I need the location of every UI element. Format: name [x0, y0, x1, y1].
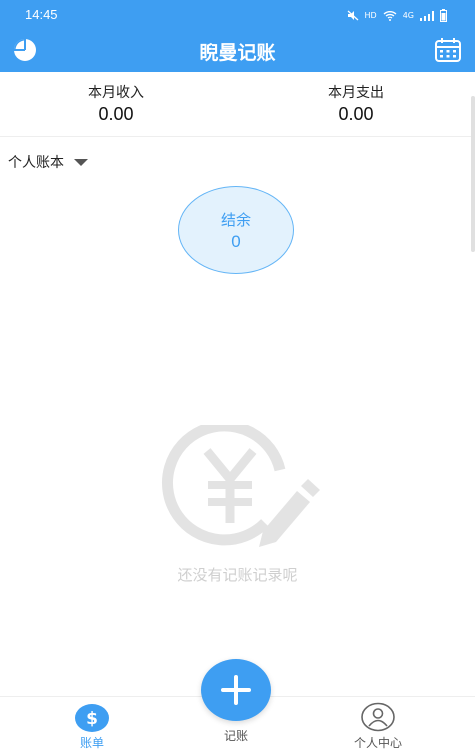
balance-label: 结余	[220, 211, 251, 229]
tab-bills-label: 账单	[79, 736, 104, 750]
monthly-summary: 本月收入 0.00 本月支出 0.00	[0, 72, 475, 137]
tab-record-label: 记账	[223, 729, 248, 743]
signal-icon	[420, 10, 434, 21]
svg-text:$: $	[86, 709, 98, 729]
account-book-label: 个人账本	[8, 155, 64, 171]
balance-value: 0	[231, 232, 241, 251]
plus-icon	[221, 675, 251, 705]
calendar-icon	[435, 38, 461, 62]
page-title: 睨曼记账	[199, 42, 276, 64]
expense-summary: 本月支出 0.00	[276, 82, 436, 125]
wifi-icon	[383, 11, 397, 21]
expense-label: 本月支出	[328, 85, 384, 101]
status-bar: 14:45 HD 4G	[0, 0, 475, 30]
income-label: 本月收入	[88, 85, 144, 101]
calendar-button[interactable]	[434, 37, 462, 63]
mute-icon	[347, 10, 358, 21]
expense-value: 0.00	[338, 104, 374, 124]
dropdown-arrow-icon	[74, 158, 88, 166]
empty-message: 还没有记账记录呢	[177, 566, 298, 584]
account-book-selector[interactable]: 个人账本	[8, 152, 88, 172]
income-summary: 本月收入 0.00	[36, 82, 196, 125]
status-time: 14:45	[25, 7, 58, 22]
status-icons: HD 4G	[347, 9, 447, 22]
tab-profile[interactable]: 个人中心	[318, 697, 438, 751]
tab-bills[interactable]: $ 账单	[32, 697, 152, 751]
user-icon	[361, 702, 395, 732]
battery-icon	[440, 9, 447, 22]
add-record-button[interactable]	[201, 659, 271, 721]
network-label: 4G	[402, 11, 414, 20]
scrollbar[interactable]	[471, 96, 475, 252]
income-value: 0.00	[98, 104, 134, 124]
hd-label: HD	[364, 11, 377, 20]
tab-profile-label: 个人中心	[353, 736, 402, 750]
balance-circle: 结余 0	[178, 186, 294, 274]
dollar-icon: $	[75, 704, 109, 732]
app-bar: 睨曼记账	[0, 30, 475, 72]
yen-pencil-icon	[162, 425, 320, 547]
